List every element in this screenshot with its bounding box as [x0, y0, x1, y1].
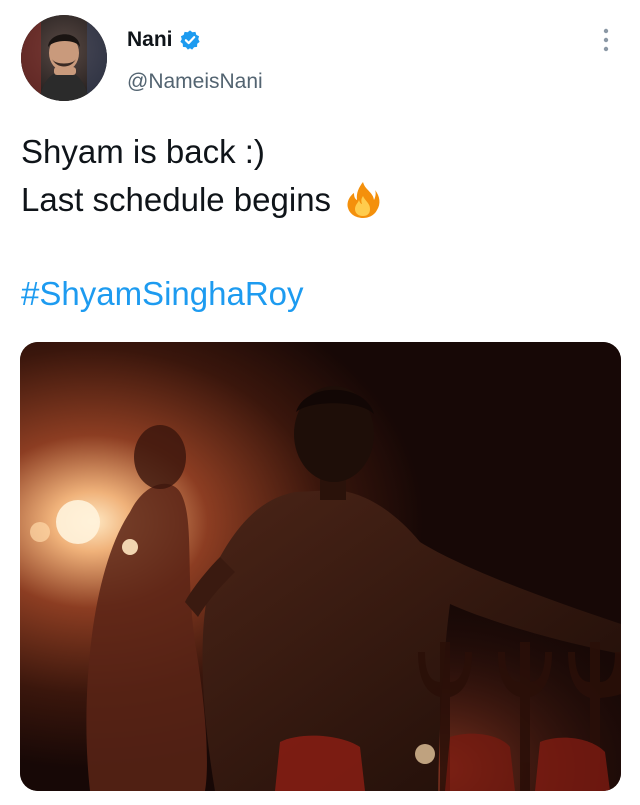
tweet-text-line: Last schedule begins [21, 181, 332, 218]
display-name[interactable]: Nani [127, 26, 173, 54]
fire-emoji-icon [331, 180, 383, 220]
author-name-row: Nani [127, 26, 201, 54]
author-handle[interactable]: @NameisNani [127, 68, 263, 96]
tweet-media-photo[interactable] [20, 342, 621, 791]
more-options-button[interactable] [592, 28, 620, 56]
tweet-text: Shyam is back :) Last schedule begins [21, 128, 621, 224]
tweet-line-1: Shyam is back :) [21, 128, 621, 176]
movie-still-image [20, 342, 621, 791]
more-vertical-icon [603, 28, 609, 57]
verified-badge-icon [179, 29, 201, 51]
tweet-line-2: Last schedule begins [21, 176, 621, 224]
avatar[interactable] [21, 15, 107, 101]
hashtag-link[interactable]: #ShyamSinghaRoy [21, 270, 304, 318]
tweet-text-line: Shyam is back :) [21, 133, 265, 170]
tweet: Nani @NameisNani Shyam is back :) Last s… [0, 0, 640, 805]
